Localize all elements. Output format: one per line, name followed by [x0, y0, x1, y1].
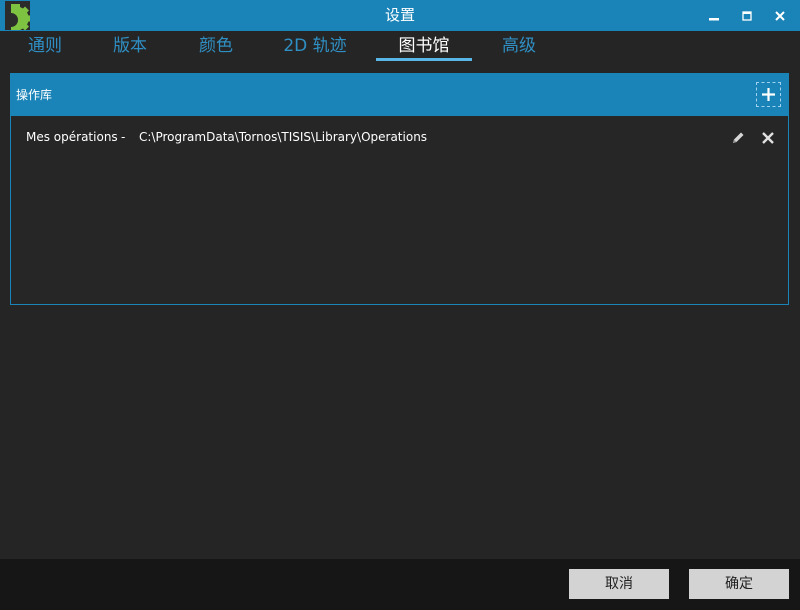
- panel-title: 操作库: [16, 88, 53, 102]
- cancel-button[interactable]: 取消: [569, 569, 669, 599]
- panel-header: 操作库: [11, 74, 788, 116]
- title-bar: 设置: [0, 0, 800, 33]
- maximize-button[interactable]: [730, 0, 764, 31]
- list-item[interactable]: Mes opérations - C:\ProgramData\Tornos\T…: [11, 126, 788, 150]
- library-path: C:\ProgramData\Tornos\TISIS\Library\Oper…: [139, 130, 428, 144]
- gear-logo-icon: [1, 1, 32, 33]
- active-tab-indicator: [376, 58, 472, 61]
- close-icon: [775, 10, 785, 21]
- close-window-button[interactable]: [763, 0, 797, 31]
- edit-library-button[interactable]: [729, 129, 747, 147]
- minimize-button[interactable]: [697, 0, 731, 31]
- tab-version[interactable]: 版本: [110, 31, 150, 62]
- library-separator: -: [121, 130, 126, 144]
- tab-advanced[interactable]: 高级: [499, 31, 539, 62]
- ok-button[interactable]: 确定: [689, 569, 789, 599]
- dialog-footer: 取消 确定: [0, 559, 800, 610]
- tab-general[interactable]: 通则: [25, 31, 65, 62]
- minimize-icon: [709, 17, 719, 20]
- maximize-icon: [742, 10, 752, 21]
- library-name: Mes opérations: [26, 130, 118, 144]
- tab-colors[interactable]: 颜色: [196, 31, 236, 62]
- pencil-icon: [733, 132, 744, 143]
- delete-library-button[interactable]: [759, 129, 777, 147]
- add-library-button[interactable]: [756, 82, 781, 107]
- tab-2d-path[interactable]: 2D 轨迹: [280, 31, 350, 62]
- close-icon: [762, 132, 774, 144]
- window-title: 设置: [384, 6, 415, 24]
- plus-icon: [762, 88, 775, 101]
- operations-library-panel: 操作库 Mes opérations - C:\ProgramData\Torn…: [10, 73, 789, 305]
